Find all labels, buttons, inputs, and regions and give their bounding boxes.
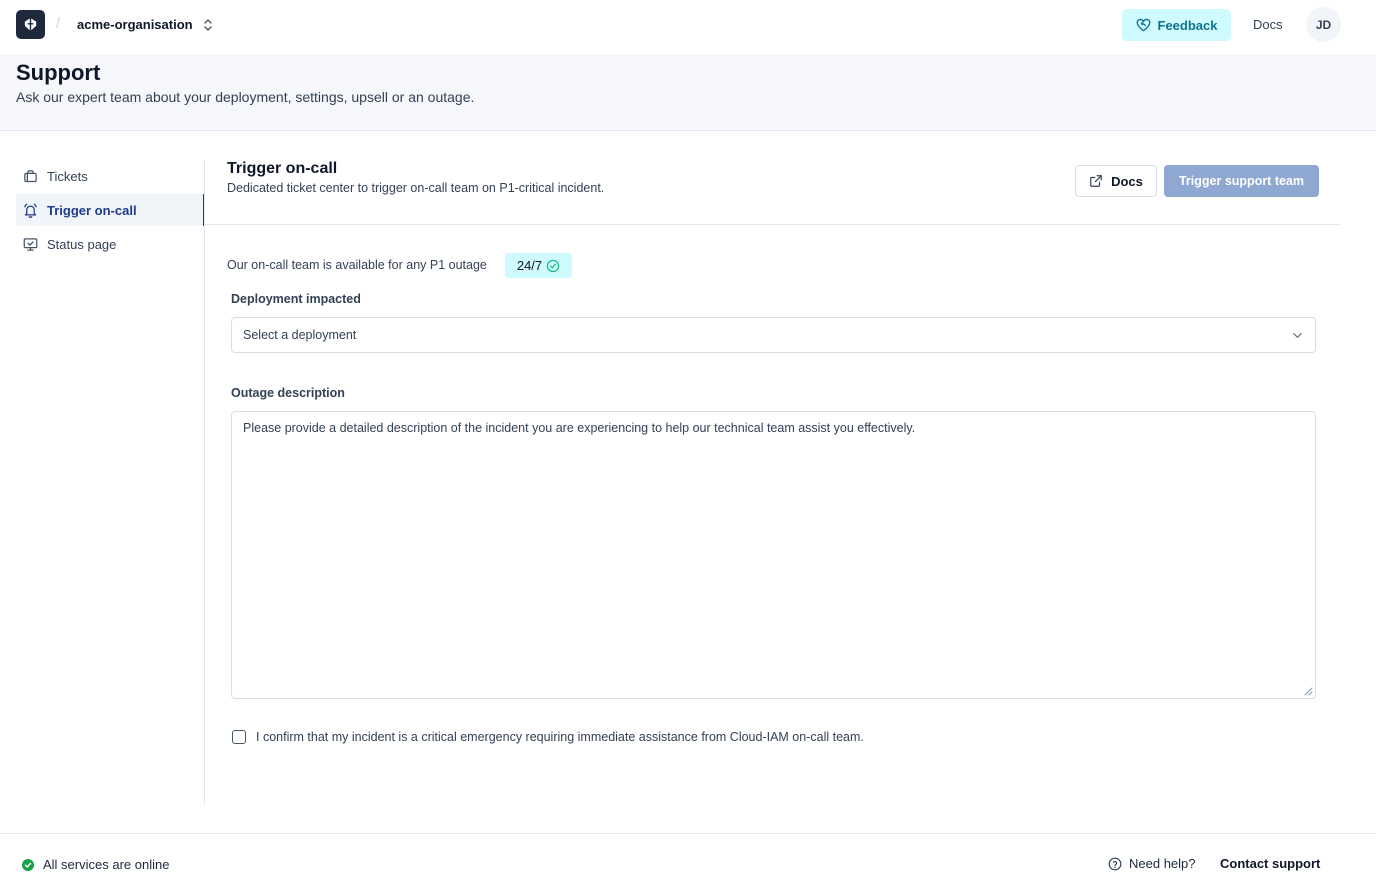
outage-description-input[interactable]: Please provide a detailed description of… bbox=[231, 411, 1316, 699]
bell-ring-icon bbox=[24, 203, 37, 218]
contact-support-link[interactable]: Contact support bbox=[1220, 856, 1320, 871]
brand-logo-icon bbox=[24, 18, 37, 31]
deployment-select-value: Select a deployment bbox=[243, 328, 357, 342]
section-title: Trigger on-call bbox=[227, 160, 338, 177]
feedback-label: Feedback bbox=[1157, 17, 1218, 33]
organisation-name[interactable]: acme-organisation bbox=[77, 17, 193, 32]
sidebar-item-status-page[interactable]: Status page bbox=[16, 228, 205, 260]
monitor-check-icon bbox=[23, 237, 38, 251]
brand-logo[interactable] bbox=[16, 10, 45, 39]
availability-badge: 24/7 bbox=[505, 253, 572, 278]
feedback-button[interactable]: Feedback bbox=[1122, 9, 1231, 41]
services-status: All services are online bbox=[22, 857, 169, 872]
top-bar: / acme-organisation Feedback Docs JD bbox=[0, 0, 1376, 50]
services-status-text: All services are online bbox=[43, 857, 170, 872]
chevron-down-icon bbox=[1293, 333, 1302, 338]
sidebar-nav: Tickets Trigger on-call Status page bbox=[16, 160, 205, 262]
sidebar-item-label: Status page bbox=[47, 236, 117, 252]
top-docs-link[interactable]: Docs bbox=[1253, 17, 1283, 32]
deployment-select[interactable]: Select a deployment bbox=[231, 317, 1316, 353]
docs-button-label: Docs bbox=[1111, 173, 1143, 189]
resize-handle-icon[interactable] bbox=[1304, 687, 1313, 696]
main-content: Trigger on-call Dedicated ticket center … bbox=[205, 160, 1341, 805]
sidebar-item-tickets[interactable]: Tickets bbox=[16, 160, 205, 192]
help-circle-icon bbox=[1108, 857, 1122, 870]
confirm-label: I confirm that my incident is a critical… bbox=[256, 730, 864, 744]
user-avatar[interactable]: JD bbox=[1306, 7, 1341, 42]
docs-button[interactable]: Docs bbox=[1075, 165, 1157, 197]
availability-text: Our on-call team is available for any P1… bbox=[227, 258, 487, 272]
briefcase-icon bbox=[24, 169, 37, 182]
heart-handshake-icon bbox=[1136, 18, 1150, 32]
page-subtitle: Ask our expert team about your deploymen… bbox=[16, 89, 475, 105]
breadcrumb-separator: / bbox=[56, 15, 61, 32]
trigger-support-team-button[interactable]: Trigger support team bbox=[1164, 165, 1319, 197]
description-label: Outage description bbox=[231, 386, 345, 400]
sidebar-item-label: Tickets bbox=[47, 168, 88, 184]
circle-check-icon bbox=[547, 259, 560, 272]
deployment-label: Deployment impacted bbox=[231, 292, 361, 306]
sidebar-item-label: Trigger on-call bbox=[47, 202, 137, 218]
chevron-up-down-icon bbox=[204, 19, 212, 31]
footer-divider bbox=[0, 833, 1376, 834]
need-help-link[interactable]: Need help? bbox=[1108, 856, 1196, 871]
section-divider bbox=[205, 224, 1341, 225]
section-subtitle: Dedicated ticket center to trigger on-ca… bbox=[227, 181, 605, 195]
need-help-label: Need help? bbox=[1129, 856, 1196, 871]
page-header: Support Ask our expert team about your d… bbox=[0, 54, 1376, 131]
external-link-icon bbox=[1090, 175, 1102, 187]
availability-badge-label: 24/7 bbox=[516, 258, 543, 273]
status-check-icon bbox=[22, 858, 34, 871]
page-title: Support bbox=[16, 60, 101, 85]
organisation-switcher[interactable] bbox=[201, 17, 215, 33]
confirm-checkbox[interactable] bbox=[232, 730, 246, 744]
description-placeholder: Please provide a detailed description of… bbox=[243, 421, 916, 435]
sidebar-item-trigger-on-call[interactable]: Trigger on-call bbox=[16, 194, 205, 226]
